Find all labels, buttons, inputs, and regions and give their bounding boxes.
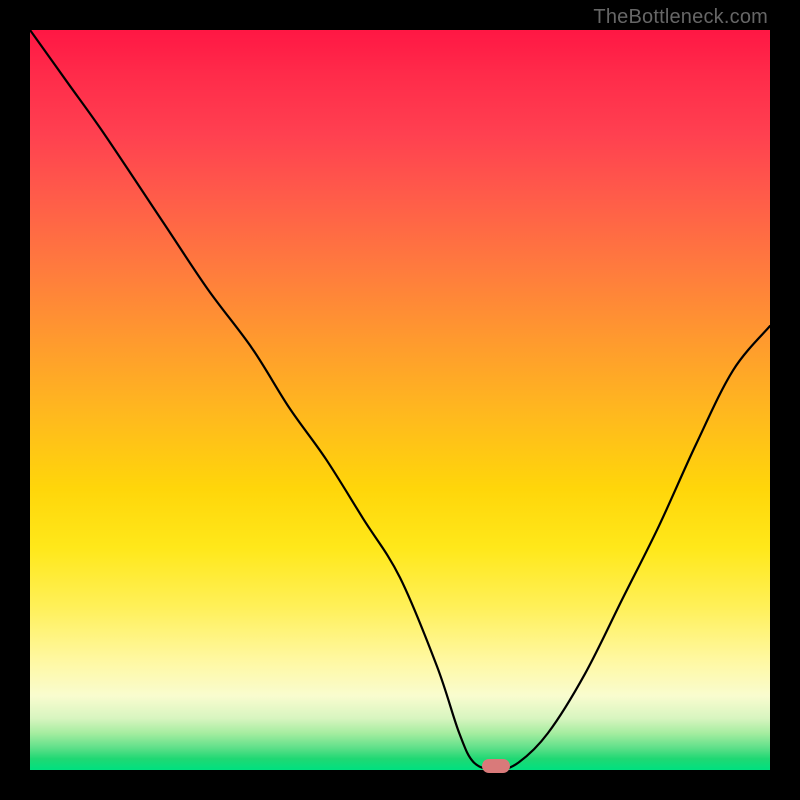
chart-frame: TheBottleneck.com xyxy=(0,0,800,800)
optimal-point-marker xyxy=(482,759,510,773)
bottleneck-curve xyxy=(30,30,770,770)
plot-area xyxy=(30,30,770,770)
curve-svg xyxy=(30,30,770,770)
watermark-text: TheBottleneck.com xyxy=(593,6,768,29)
